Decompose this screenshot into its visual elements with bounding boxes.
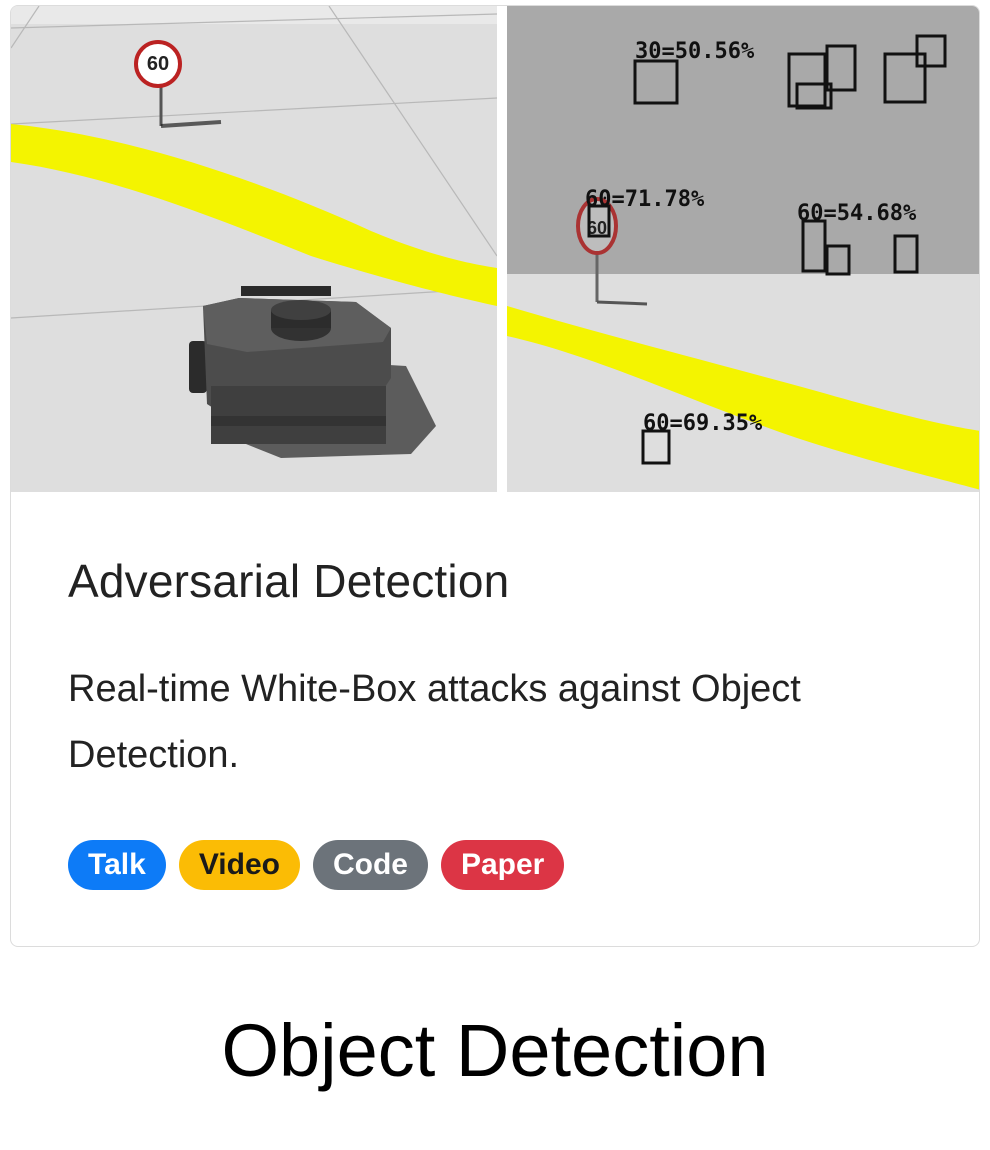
detection-label: 60=69.35% — [643, 411, 763, 436]
detection-label: 60=71.78% — [585, 187, 705, 212]
badge-group: Talk Video Code Paper — [68, 840, 565, 890]
video-badge[interactable]: Video — [178, 840, 300, 890]
code-badge[interactable]: Code — [312, 840, 428, 890]
detection-label: 60=54.68% — [797, 201, 917, 226]
sign-text-left: 60 — [147, 53, 169, 75]
card-title: Adversarial Detection — [68, 555, 510, 607]
card-media: 60 60 30=50.56% 60=71.78% 60=54.68% 60=6… — [11, 6, 979, 492]
detection-image: 60 30=50.56% 60=71.78% 60=54.68% 60=69.3… — [507, 6, 979, 492]
card-description: Real-time White-Box attacks against Obje… — [68, 668, 801, 776]
simulation-image: 60 — [11, 6, 497, 492]
detection-label: 30=50.56% — [635, 39, 755, 64]
figure-caption: Object Detection — [221, 1009, 769, 1092]
talk-badge[interactable]: Talk — [68, 840, 166, 890]
project-card[interactable]: 60 60 30=50.56% 60=71.78% 60=54.68% 60=6… — [10, 5, 980, 947]
paper-badge[interactable]: Paper — [440, 840, 565, 890]
